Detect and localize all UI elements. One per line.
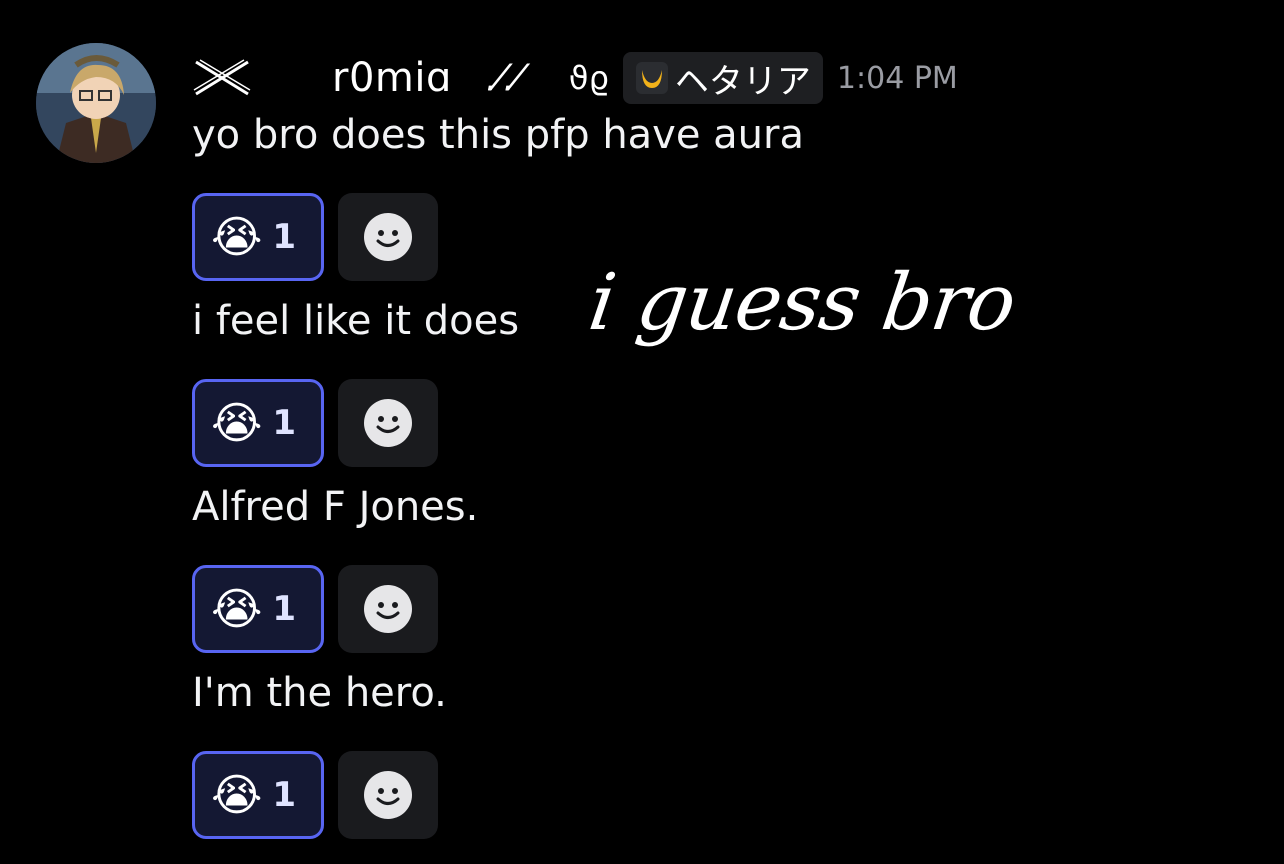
smiley-icon [364,213,412,261]
message-text: I'm the hero. [192,670,447,716]
reaction-count: 1 [272,217,297,257]
reaction-chip[interactable]: 😭 1 [192,379,324,467]
crying-emoji-icon: 😭 [211,397,263,449]
message-text: Alfred F Jones. [192,484,479,530]
overlay-caption: i guess bro [583,258,1021,348]
username-symbol: ϑϱ [568,59,609,97]
crying-emoji-icon: 😭 [211,583,263,635]
reaction-row: 😭 1 [192,379,438,467]
reaction-row: 😭 1 [192,565,438,653]
reaction-chip[interactable]: 😭 1 [192,751,324,839]
username-decoration: .⁄.⁄ [485,57,521,99]
crying-emoji-icon: 😭 [211,211,263,263]
add-reaction-button[interactable] [338,379,438,467]
reaction-count: 1 [272,589,297,629]
reaction-chip[interactable]: 😭 1 [192,193,324,281]
add-reaction-button[interactable] [338,565,438,653]
smiley-icon [364,585,412,633]
crossed-swords-icon [193,59,251,96]
add-reaction-button[interactable] [338,193,438,281]
server-tag-label: ヘタリア [674,61,811,102]
message-text: i feel like it does [192,298,520,344]
avatar[interactable] [36,43,156,163]
reaction-row: 😭 1 [192,193,438,281]
server-tag[interactable]: ヘタリア [622,52,823,104]
avatar-image [36,43,156,163]
reaction-count: 1 [272,775,297,815]
add-reaction-button[interactable] [338,751,438,839]
reaction-count: 1 [272,403,297,443]
username[interactable]: r0miɑ [332,55,452,101]
smiley-icon [364,399,412,447]
timestamp: 1:04 PM [836,60,958,96]
reaction-chip[interactable]: 😭 1 [192,565,324,653]
reaction-row: 😭 1 [192,751,438,839]
smiley-icon [364,771,412,819]
crying-emoji-icon: 😭 [211,769,263,821]
message-header: r0miɑ .⁄.⁄ ϑϱ ヘタリア 1:04 PM [192,46,958,110]
moon-icon [635,62,668,94]
message-text: yo bro does this pfp have aura [192,112,804,158]
